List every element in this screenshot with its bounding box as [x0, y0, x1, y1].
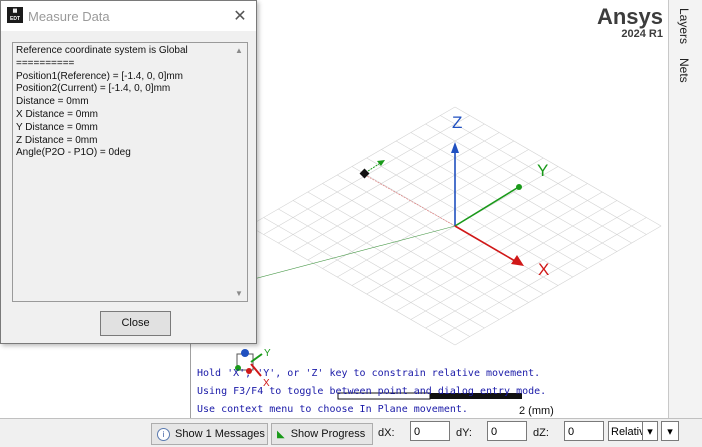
dy-input[interactable]: 0: [487, 421, 527, 441]
tab-nets[interactable]: Nets: [677, 58, 691, 83]
result-line: Angle(P2O - P1O) = 0deg: [16, 147, 131, 159]
dy-label: dY:: [456, 427, 472, 439]
scale-bar-label: 2 (mm): [519, 405, 554, 417]
grid-line-x-negative: [234, 225, 456, 285]
x-axis-line: [454, 225, 516, 262]
progress-icon: ◣: [277, 429, 285, 440]
y-axis-label: Y: [537, 161, 548, 180]
result-line: Z Distance = 0mm: [16, 134, 98, 146]
chevron-down-icon[interactable]: ▾: [642, 421, 658, 441]
hint-line-3: Use context menu to choose In Plane move…: [197, 404, 468, 415]
scroll-up-icon[interactable]: ▲: [235, 46, 243, 55]
dx-input[interactable]: 0: [410, 421, 450, 441]
viewport-canvas[interactable]: Y X Z Y X 2 (mm): [191, 0, 669, 418]
tab-layers[interactable]: Layers: [677, 8, 691, 44]
hint-line-2: Using F3/F4 to toggle between point and …: [197, 386, 547, 397]
dz-input[interactable]: 0: [564, 421, 604, 441]
result-line: Distance = 0mm: [16, 96, 89, 108]
dialog-title: Measure Data: [28, 9, 110, 24]
scroll-down-icon[interactable]: ▼: [235, 289, 243, 298]
show-messages-label: Show 1 Messages: [175, 428, 265, 440]
measure-data-dialog: ▦ EDT Measure Data ✕ Reference coordinate…: [0, 0, 257, 344]
brand-name: Ansys: [596, 4, 663, 29]
result-line: X Distance = 0mm: [16, 108, 98, 120]
measure-results: Reference coordinate system is Global ==…: [16, 45, 188, 160]
show-messages-button[interactable]: i Show 1 Messages: [151, 423, 268, 445]
status-bar: i Show 1 Messages ◣ Show Progress dX: 0 dY…: [0, 418, 702, 447]
close-button[interactable]: Close: [100, 311, 171, 336]
brand-version: 2024 R1: [621, 28, 663, 40]
dz-label: dZ:: [533, 427, 549, 439]
result-line: ==========: [16, 57, 75, 69]
show-progress-label: Show Progress: [290, 428, 366, 440]
result-line: Y Distance = 0mm: [16, 121, 98, 133]
app-icon: ▦ EDT: [7, 7, 23, 23]
modeler-viewport[interactable]: Y X Z Y X 2 (mm) Ansys 2024 R1 Hold 'X',…: [190, 0, 669, 418]
show-progress-button[interactable]: ◣ Show Progress: [271, 423, 373, 445]
measure-results-textbox[interactable]: Reference coordinate system is Global ==…: [12, 42, 248, 302]
z-axis-arrow: [451, 142, 459, 153]
y-axis-tip: [516, 184, 522, 190]
right-side-tabs: Layers Nets: [668, 0, 702, 418]
units-dropdown-button[interactable]: ▾: [661, 421, 679, 441]
triad-y-label: Y: [264, 348, 271, 359]
result-line: Reference coordinate system is Global: [16, 45, 188, 56]
ansys-logo: Ansys 2024 R1: [596, 4, 663, 41]
result-line: Position1(Reference) = [-1.4, 0, 0]mm: [16, 70, 184, 82]
dx-label: dX:: [378, 427, 395, 439]
hint-line-1: Hold 'X', 'Y', or 'Z' key to constrain r…: [197, 368, 541, 379]
z-axis-label: Z: [452, 113, 462, 132]
x-axis-label: X: [538, 260, 549, 279]
result-line: Position2(Current) = [-1.4, 0, 0]mm: [16, 83, 171, 95]
close-icon[interactable]: ✕: [233, 6, 247, 25]
y-axis-line: [454, 187, 518, 227]
dialog-titlebar[interactable]: ▦ EDT Measure Data ✕: [1, 1, 256, 31]
vertical-scrollbar[interactable]: ▲ ▼: [231, 43, 247, 301]
info-icon: i: [157, 427, 170, 441]
